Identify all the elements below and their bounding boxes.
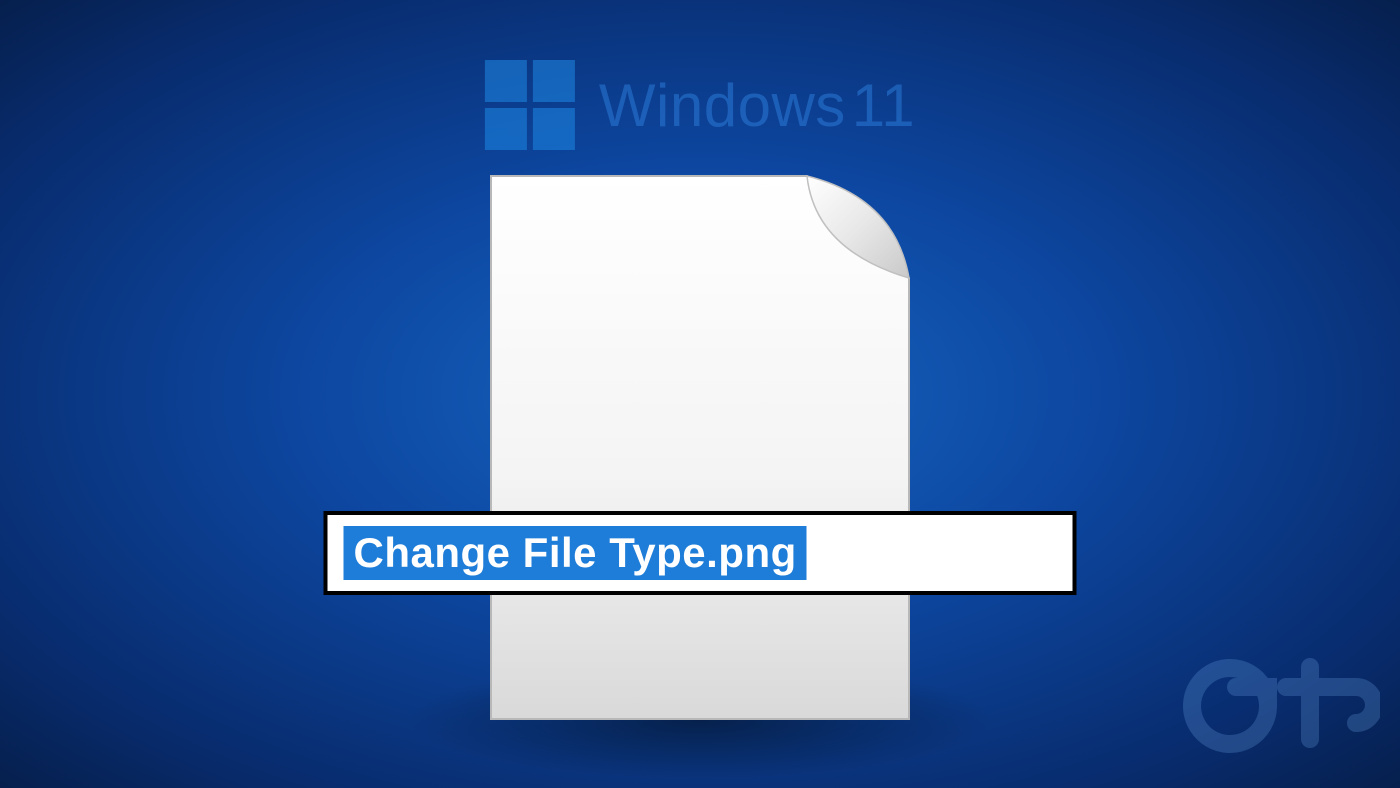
windows-logo-icon [485, 60, 575, 150]
windows-11-label: Windows11 [599, 71, 915, 140]
file-rename-input[interactable]: Change File Type.png [324, 511, 1077, 595]
windows-brand-text: Windows [599, 72, 846, 139]
windows-version-text: 11 [852, 72, 915, 139]
gt-watermark-icon: Gt [1180, 653, 1380, 778]
blank-file-icon [485, 170, 915, 725]
file-icon-wrap [485, 170, 915, 730]
file-rename-selected-text: Change File Type.png [344, 526, 807, 580]
windows-11-header: Windows11 [485, 60, 915, 150]
